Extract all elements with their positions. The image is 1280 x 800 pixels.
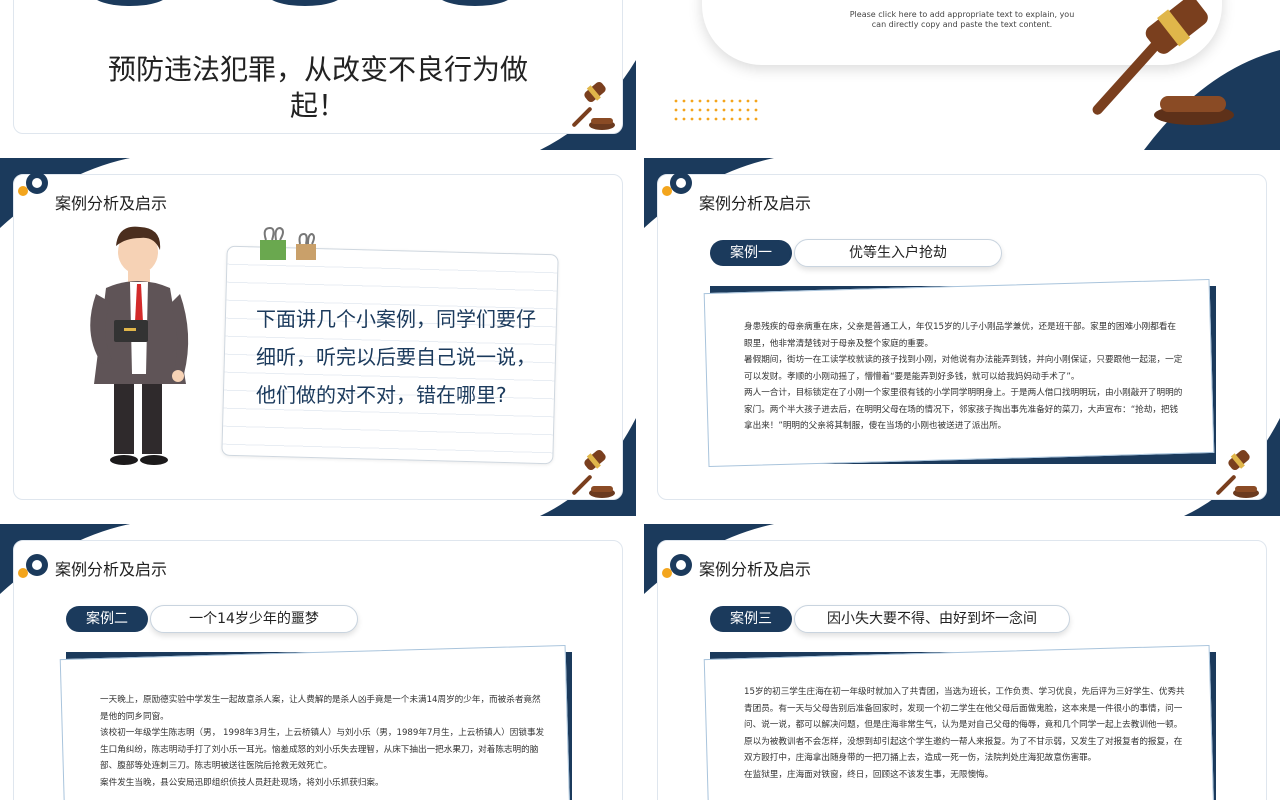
case-paragraph: 暑假期间，街坊一在工读学校就读的孩子找到小刚，对他说有办法能弄到钱，并向小刚保证… [744,355,1183,382]
case-title: 优等生入户抢劫 [794,239,1002,267]
case-tag: 案例一 [710,240,792,266]
case-paragraph: 案件发生当晚，县公安局迅即组织侦技人员赶赴现场，将刘小乐抓获归案。 [100,777,384,788]
case-paragraph: 在监狱里，庄海面对铁窗，终日，回顾这不该发生事，无限懊悔。 [744,769,994,780]
section-title: 案例分析及启示 [699,560,812,579]
speech-text: 下面讲几个小案例，同学们要仔细听，听完以后要自己说一说，他们做的对不对，错在哪里… [256,307,536,407]
case-paragraph: 两人一合计，目标锁定在了小刚一个家里很有钱的小学同学明明身上。于是两人借口找明明… [744,388,1183,431]
case-title: 因小失大要不得、由好到坏一念间 [794,605,1070,633]
dot-grid [674,99,758,121]
case-body: 15岁的初三学生庄海在初一年级时就加入了共青团，当选为班长，工作负责、学习优良，… [744,684,1186,800]
slide-2[interactable]: Please click here to add appropriate tex… [644,0,1280,150]
slide-1-heading: 预防违法犯罪，从改变不良行为做起！ [107,53,528,122]
case-tag: 案例三 [710,606,792,632]
slide-6[interactable]: 案例分析及启示 案例三 因小失大要不得、由好到坏一念间 15岁的初三学生庄海在初… [644,524,1280,800]
slide-1-circles [97,0,508,6]
slide-3[interactable]: 案例分析及启示 下面讲几个小案例，同学们要仔细听，听完以后要自己说一说，他们做的… [0,158,636,516]
case-tag: 案例二 [66,606,148,632]
lawyer-illustration [90,226,189,465]
binder-clip-tan-icon [296,232,316,260]
case-paragraph: 身患残疾的母亲病重在床，父亲是普通工人，年仅15岁的儿子小刚品学兼优，还是班干部… [744,322,1177,349]
section-logo-icon [660,552,696,582]
section-title: 案例分析及启示 [55,560,168,579]
slide-2-note[interactable]: Please click here to add appropriate tex… [842,10,1082,30]
large-gavel-icon [1092,0,1234,125]
section-logo-icon [16,170,52,200]
case-paragraph: 该校初一年级学生陈志明（男， 1998年3月生，上云桥镇人）与刘小乐（男，198… [100,728,545,771]
section-title: 案例分析及启示 [55,194,168,213]
binder-clip-green-icon [260,226,286,260]
slide-5[interactable]: 案例分析及启示 案例二 一个14岁少年的噩梦 一天晚上，原励德实验中学发生一起故… [0,524,636,800]
gavel-icon [572,81,615,130]
case-body: 一天晚上，原励德实验中学发生一起故意杀人案，让人费解的是杀人凶手竟是一个未满14… [100,692,548,800]
gavel-icon [1216,449,1259,498]
slide-grid: 预防违法犯罪，从改变不良行为做起！ Please click here to a… [0,0,1280,800]
case-paragraph: 15岁的初三学生庄海在初一年级时就加入了共青团，当选为班长，工作负责、学习优良，… [744,687,1185,763]
section-logo-icon [16,552,52,582]
case-title: 一个14岁少年的噩梦 [150,605,358,633]
section-title: 案例分析及启示 [699,194,812,213]
case-body: 身患残疾的母亲病重在床，父亲是普通工人，年仅15岁的儿子小刚品学兼优，还是班干部… [744,319,1184,435]
slide-4[interactable]: 案例分析及启示 案例一 优等生入户抢劫 身患残疾的母亲病重在床，父亲是普通工人，… [644,158,1280,516]
case-paragraph: 一天晚上，原励德实验中学发生一起故意杀人案，让人费解的是杀人凶手竟是一个未满14… [100,695,541,722]
gavel-icon [572,449,615,498]
slide-1[interactable]: 预防违法犯罪，从改变不良行为做起！ [0,0,636,150]
section-logo-icon [660,170,696,200]
